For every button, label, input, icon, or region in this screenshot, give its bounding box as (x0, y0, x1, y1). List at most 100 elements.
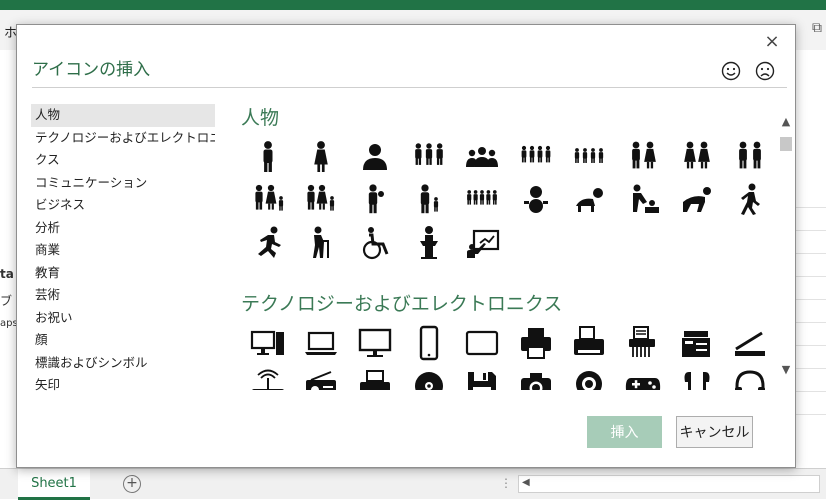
user-icon (362, 144, 387, 170)
wheelchair-icon[interactable] (348, 223, 402, 263)
speaker-podium-icon[interactable] (402, 223, 456, 263)
category-item[interactable]: お祝い (31, 307, 215, 330)
crowd-icon[interactable] (509, 137, 563, 177)
scroll-up-icon[interactable]: ▲ (779, 115, 793, 128)
icon-row (241, 223, 777, 266)
copier-icon[interactable] (670, 323, 724, 363)
big-family-icon (467, 190, 498, 205)
category-item[interactable]: 分析 (31, 217, 215, 240)
two-men-icon[interactable] (723, 137, 777, 177)
desktop-computer-icon[interactable] (241, 323, 295, 363)
two-women-icon[interactable] (670, 137, 724, 177)
close-icon[interactable]: × (762, 31, 782, 52)
crawling-adult-icon[interactable] (670, 180, 724, 220)
diaper-changing-icon[interactable] (616, 180, 670, 220)
insert-button[interactable]: 挿入 (587, 416, 662, 448)
person-holding-baby-icon (368, 184, 384, 214)
category-item[interactable]: 人物 (31, 104, 215, 127)
camera-icon[interactable] (509, 366, 563, 390)
category-list[interactable]: 人物 テクノロジーおよびエレクトロニ クス コミュニケーション ビジネス 分析 商業 教育 芸術… (31, 104, 215, 391)
icon-grid-people (241, 137, 777, 266)
category-item[interactable]: 芸術 (31, 284, 215, 307)
man-icon[interactable] (241, 137, 295, 177)
copier-icon (681, 331, 710, 357)
sheet-right-area (795, 50, 826, 468)
couple-icon[interactable] (616, 137, 670, 177)
walking-icon (741, 183, 761, 215)
wifi-router-icon[interactable] (241, 366, 295, 390)
printer-icon[interactable] (509, 323, 563, 363)
icon-row (241, 180, 777, 223)
family-three-icon[interactable] (402, 137, 456, 177)
crawling-baby-icon[interactable] (563, 180, 617, 220)
title-divider (32, 87, 787, 88)
family-child-icon[interactable] (241, 180, 295, 220)
scroll-thumb[interactable] (780, 137, 792, 151)
monitor-icon[interactable] (348, 323, 402, 363)
grid-line (795, 322, 826, 323)
scroll-left-icon[interactable]: ◀ (522, 477, 530, 488)
user-icon[interactable] (348, 137, 402, 177)
share-icon[interactable]: ⧉ (812, 20, 822, 36)
family-stroller-icon[interactable] (295, 180, 349, 220)
frown-feedback-icon[interactable] (755, 61, 775, 81)
fax-icon[interactable] (563, 323, 617, 363)
category-item[interactable]: 顔 (31, 329, 215, 352)
category-item[interactable]: 標識およびシンボル (31, 352, 215, 375)
group-icon[interactable] (455, 137, 509, 177)
icon-gallery-scrollbar[interactable]: ▲ ▼ (779, 115, 793, 385)
cd-icon[interactable] (402, 366, 456, 390)
baby-icon[interactable] (509, 180, 563, 220)
presentation-icon[interactable] (455, 223, 509, 263)
category-item[interactable]: テクノロジーおよびエレクトロニ (31, 127, 215, 150)
category-item[interactable]: 矢印 (31, 374, 215, 391)
family-three-icon (414, 143, 443, 165)
two-men-icon (739, 141, 762, 169)
inkjet-printer-icon (359, 370, 390, 390)
category-item[interactable]: ビジネス (31, 194, 215, 217)
more-options-icon[interactable]: ⋮ (500, 476, 512, 490)
headphones-icon[interactable] (723, 366, 777, 390)
wheelchair-icon (362, 227, 389, 260)
running-icon[interactable] (241, 223, 295, 263)
grid-line (795, 253, 826, 254)
dialog-title: アイコンの挿入 (32, 60, 151, 80)
section-title-people: 人物 (241, 107, 280, 129)
radio-icon[interactable] (295, 366, 349, 390)
icon-grid-technology (241, 323, 777, 390)
elderly-icon[interactable] (295, 223, 349, 263)
category-item[interactable]: クス (31, 149, 215, 172)
smile-feedback-icon[interactable] (721, 61, 741, 81)
smartphone-icon[interactable] (402, 323, 456, 363)
category-item[interactable]: コミュニケーション (31, 172, 215, 195)
crowd-small-icon[interactable] (563, 137, 617, 177)
webcam-icon[interactable] (563, 366, 617, 390)
camera-icon (520, 373, 551, 390)
add-sheet-icon[interactable]: + (123, 475, 141, 493)
grid-line (795, 414, 826, 415)
shredder-icon[interactable] (616, 323, 670, 363)
scanner-icon[interactable] (723, 323, 777, 363)
group-icon (466, 147, 499, 167)
gamepad-icon[interactable] (616, 366, 670, 390)
icon-gallery[interactable]: 人物 テクノロジーおよびエレクトロニクス (241, 100, 777, 390)
category-item[interactable]: 教育 (31, 262, 215, 285)
person-holding-baby-icon[interactable] (348, 180, 402, 220)
tablet-icon[interactable] (455, 323, 509, 363)
laptop-icon[interactable] (295, 323, 349, 363)
cd-icon (414, 372, 443, 390)
earbuds-icon[interactable] (670, 366, 724, 390)
sheet-tab-sheet1[interactable]: Sheet1 (18, 469, 90, 500)
scroll-down-icon[interactable]: ▼ (779, 363, 793, 376)
category-item[interactable]: 商業 (31, 239, 215, 262)
woman-icon[interactable] (295, 137, 349, 177)
big-family-icon[interactable] (455, 180, 509, 220)
inkjet-printer-icon[interactable] (348, 366, 402, 390)
monitor-icon (358, 328, 392, 357)
radio-icon (306, 371, 337, 390)
horizontal-scrollbar[interactable]: ◀ (518, 475, 820, 493)
floppy-disk-icon[interactable] (455, 366, 509, 390)
parent-child-icon[interactable] (402, 180, 456, 220)
cancel-button[interactable]: キャンセル (676, 416, 753, 448)
walking-icon[interactable] (723, 180, 777, 220)
